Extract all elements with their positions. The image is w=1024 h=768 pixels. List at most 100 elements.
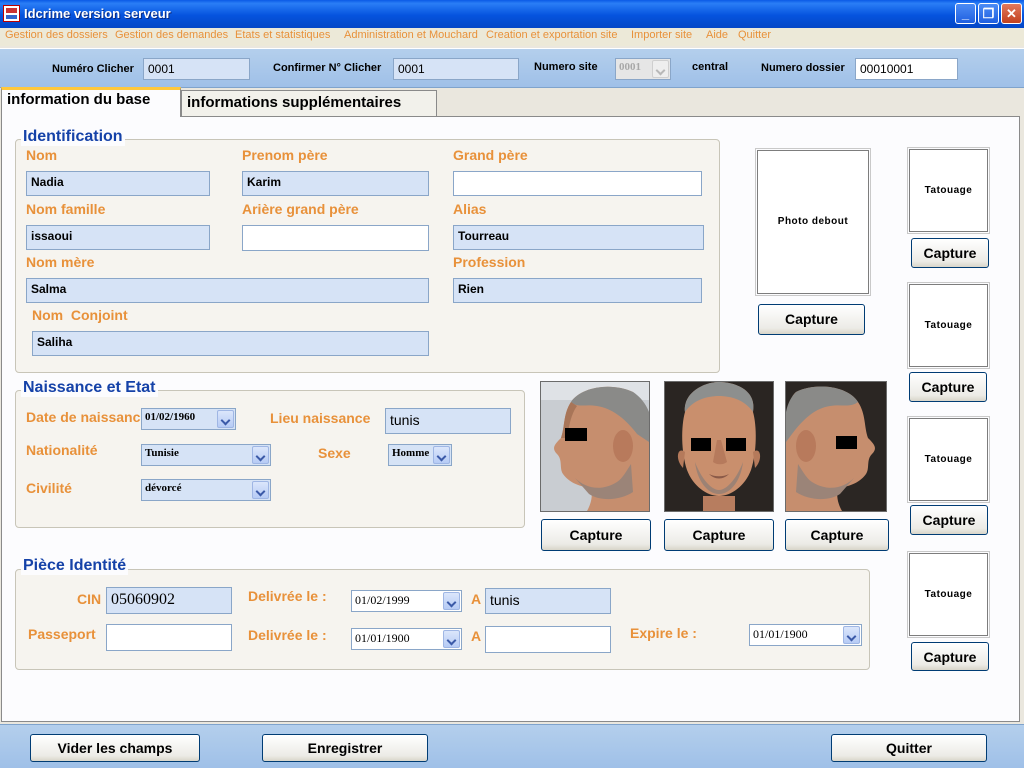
header-strip: Numéro Clicher 0001 Confirmer N° Clicher… [0, 48, 1024, 88]
chevron-down-icon [433, 446, 450, 464]
date-naissance-label-clip: Date de naissance [26, 409, 140, 429]
nom-input[interactable]: Nadia [26, 171, 210, 196]
tatouage-frame-4: Tatouage [907, 551, 990, 638]
profession-label: Profession [453, 254, 526, 270]
menu-quitter[interactable]: Quitter [738, 29, 771, 41]
passeport-a-label: A [471, 628, 482, 644]
passeport-label: Passeport [28, 626, 96, 642]
tab-informations-supplementaires[interactable]: informations supplémentaires [181, 90, 437, 116]
lieu-naissance-input[interactable]: tunis [385, 408, 511, 434]
minimize-button[interactable]: _ [955, 3, 976, 24]
date-naissance-value: 01/02/1960 [145, 411, 196, 423]
nationalite-label: Nationalité [26, 442, 98, 458]
identification-title: Identification [21, 128, 125, 146]
sexe-select[interactable]: Homme [388, 444, 452, 466]
cin-a-label: A [471, 591, 482, 607]
prenom-pere-input[interactable]: Karim [242, 171, 429, 196]
app-icon [3, 5, 20, 22]
capture-front-button[interactable]: Capture [664, 519, 774, 551]
menu-etats-statistiques[interactable]: Etats et statistiques [235, 29, 330, 41]
face-profile-left-photo [540, 381, 650, 512]
menu-gestion-dossiers[interactable]: Gestion des dossiers [5, 29, 108, 41]
chevron-down-icon [252, 446, 269, 464]
close-button[interactable]: ✕ [1001, 3, 1022, 24]
capture-debout-button[interactable]: Capture [758, 304, 865, 335]
capture-profile-right-button[interactable]: Capture [785, 519, 889, 551]
numero-clicher-input[interactable]: 0001 [143, 58, 250, 80]
menu-gestion-demandes[interactable]: Gestion des demandes [115, 29, 228, 41]
photo-debout-frame: Photo debout [755, 148, 871, 296]
cin-lieu-input[interactable]: tunis [485, 588, 611, 614]
alias-input[interactable]: Tourreau [453, 225, 704, 250]
civilite-select[interactable]: dévorcé [141, 479, 271, 501]
maximize-button[interactable]: ❐ [978, 3, 999, 24]
expire-value: 01/01/1900 [753, 627, 808, 641]
menu-creation-exportation[interactable]: Creation et exportation site [486, 29, 617, 41]
passeport-input[interactable] [106, 624, 232, 651]
grand-pere-label: Grand père [453, 147, 528, 163]
cin-delivree-value: 01/02/1999 [355, 593, 410, 607]
ariere-grand-pere-input[interactable] [242, 225, 429, 251]
cin-label: CIN [77, 591, 102, 607]
conjoint-input[interactable]: Saliha [32, 331, 429, 356]
face-front-photo [664, 381, 774, 512]
capture-tatouage-1-button[interactable]: Capture [911, 238, 989, 268]
chevron-down-icon [843, 626, 860, 644]
numero-dossier-label: Numero dossier [761, 62, 845, 74]
piece-identite-title: Pièce Identité [21, 557, 129, 575]
menu-aide[interactable]: Aide [706, 29, 728, 41]
nom-mere-input[interactable]: Salma [26, 278, 429, 303]
face-profile-right-photo [785, 381, 887, 512]
nom-mere-label: Nom mère [26, 254, 95, 270]
passeport-lieu-input[interactable] [485, 626, 611, 653]
cin-delivree-label: Delivrée le : [248, 588, 327, 604]
window-title: Idcrime version serveur [24, 6, 171, 21]
chevron-down-icon [217, 410, 234, 428]
date-naissance-label: Date de naissance [26, 409, 140, 425]
tab-information-base[interactable]: information du base [1, 87, 181, 117]
quitter-button[interactable]: Quitter [831, 734, 987, 762]
numero-dossier-input[interactable]: 00010001 [855, 58, 958, 80]
nom-famille-label: Nom famille [26, 201, 106, 217]
nationalite-select[interactable]: Tunisie [141, 444, 271, 466]
nationalite-value: Tunisie [145, 447, 179, 459]
menu-importer-site[interactable]: Importer site [631, 29, 692, 41]
numero-site-select[interactable]: 0001 [615, 58, 671, 80]
civilite-value: dévorcé [145, 482, 182, 494]
cin-delivree-select[interactable]: 01/02/1999 [351, 590, 462, 612]
alias-label: Alias [453, 201, 487, 217]
expire-select[interactable]: 01/01/1900 [749, 624, 862, 646]
tatouage-label-4: Tatouage [924, 589, 973, 600]
confirmer-clicher-label: Confirmer N° Clicher [273, 62, 382, 74]
footer-strip: Vider les champs Enregistrer Quitter [0, 724, 1024, 768]
nom-famille-input[interactable]: issaoui [26, 225, 210, 250]
profession-input[interactable]: Rien [453, 278, 702, 303]
naissance-title: Naissance et Etat [21, 379, 158, 397]
capture-profile-left-button[interactable]: Capture [541, 519, 651, 551]
piece-identite-group [15, 569, 870, 670]
tatouage-frame-1: Tatouage [907, 147, 990, 234]
cin-input[interactable]: 05060902 [106, 587, 232, 614]
confirmer-clicher-input[interactable]: 0001 [393, 58, 519, 80]
photo-debout-label: Photo debout [777, 216, 849, 227]
sexe-label: Sexe [318, 445, 351, 461]
chevron-down-icon [443, 592, 460, 610]
grand-pere-input[interactable] [453, 171, 702, 196]
tatouage-label-2: Tatouage [924, 320, 973, 331]
tatouage-label-1: Tatouage [924, 185, 973, 196]
capture-tatouage-4-button[interactable]: Capture [911, 642, 989, 671]
title-bar: Idcrime version serveur _ ❐ ✕ [0, 0, 1024, 28]
conjoint-label: Nom Conjoint [32, 307, 128, 323]
capture-tatouage-2-button[interactable]: Capture [909, 372, 987, 402]
menu-administration[interactable]: Administration et Mouchard [344, 29, 478, 41]
numero-site-value: 0001 [619, 61, 641, 73]
nom-label: Nom [26, 147, 58, 163]
date-naissance-select[interactable]: 01/02/1960 [141, 408, 236, 430]
numero-site-label: Numero site [534, 61, 598, 73]
chevron-down-icon [652, 60, 669, 78]
enregistrer-button[interactable]: Enregistrer [262, 734, 428, 762]
vider-champs-button[interactable]: Vider les champs [30, 734, 200, 762]
capture-tatouage-3-button[interactable]: Capture [910, 505, 988, 535]
civilite-label: Civilité [26, 480, 72, 496]
passeport-delivree-select[interactable]: 01/01/1900 [351, 628, 462, 650]
